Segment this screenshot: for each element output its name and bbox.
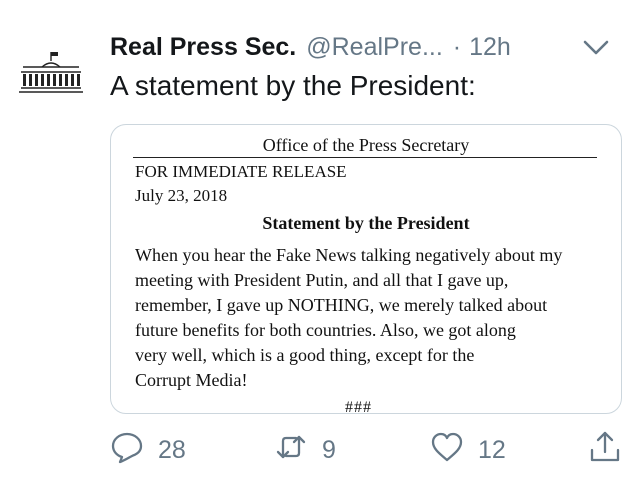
share-button[interactable] xyxy=(588,428,622,472)
retweet-icon xyxy=(274,430,308,471)
like-button[interactable]: 12 xyxy=(430,428,506,472)
user-handle[interactable]: @RealPre... xyxy=(306,33,443,62)
end-mark: ### xyxy=(345,399,372,414)
heading-divider xyxy=(133,157,597,158)
tweet-timestamp[interactable]: 12h xyxy=(469,33,511,62)
statement-image-card[interactable]: Office of the Press Secretary FOR IMMEDI… xyxy=(110,124,622,414)
like-count: 12 xyxy=(478,435,506,464)
reply-icon xyxy=(110,430,144,471)
header-separator: · xyxy=(452,32,462,61)
display-name[interactable]: Real Press Sec. xyxy=(110,33,296,62)
retweet-count: 9 xyxy=(322,435,336,464)
tweet-text: A statement by the President: xyxy=(110,70,476,101)
reply-count: 28 xyxy=(158,435,186,464)
office-heading: Office of the Press Secretary xyxy=(262,135,470,155)
heart-icon xyxy=(430,430,464,471)
statement-body: When you hear the Fake News talking nega… xyxy=(135,243,605,393)
retweet-button[interactable]: 9 xyxy=(274,428,336,472)
chevron-down-icon[interactable] xyxy=(582,34,610,60)
statement-line: remember, I gave up NOTHING, we merely t… xyxy=(135,295,548,315)
share-icon xyxy=(588,430,622,471)
release-date: July 23, 2018 xyxy=(135,186,228,205)
release-label: FOR IMMEDIATE RELEASE xyxy=(135,162,347,181)
tweet-header: Real Press Sec. @RealPre... · 12h xyxy=(110,30,620,64)
statement-line: future benefits for both countries. Also… xyxy=(135,320,516,340)
reply-button[interactable]: 28 xyxy=(110,428,186,472)
statement-line: very well, which is a good thing, except… xyxy=(135,345,475,365)
statement-line: meeting with President Putin, and all th… xyxy=(135,270,509,290)
tweet-actions: 28 9 12 xyxy=(0,428,640,472)
statement-title: Statement by the President xyxy=(262,213,470,233)
statement-line: Corrupt Media! xyxy=(135,370,248,390)
white-house-icon[interactable] xyxy=(18,50,84,96)
statement-line: When you hear the Fake News talking nega… xyxy=(135,245,563,265)
